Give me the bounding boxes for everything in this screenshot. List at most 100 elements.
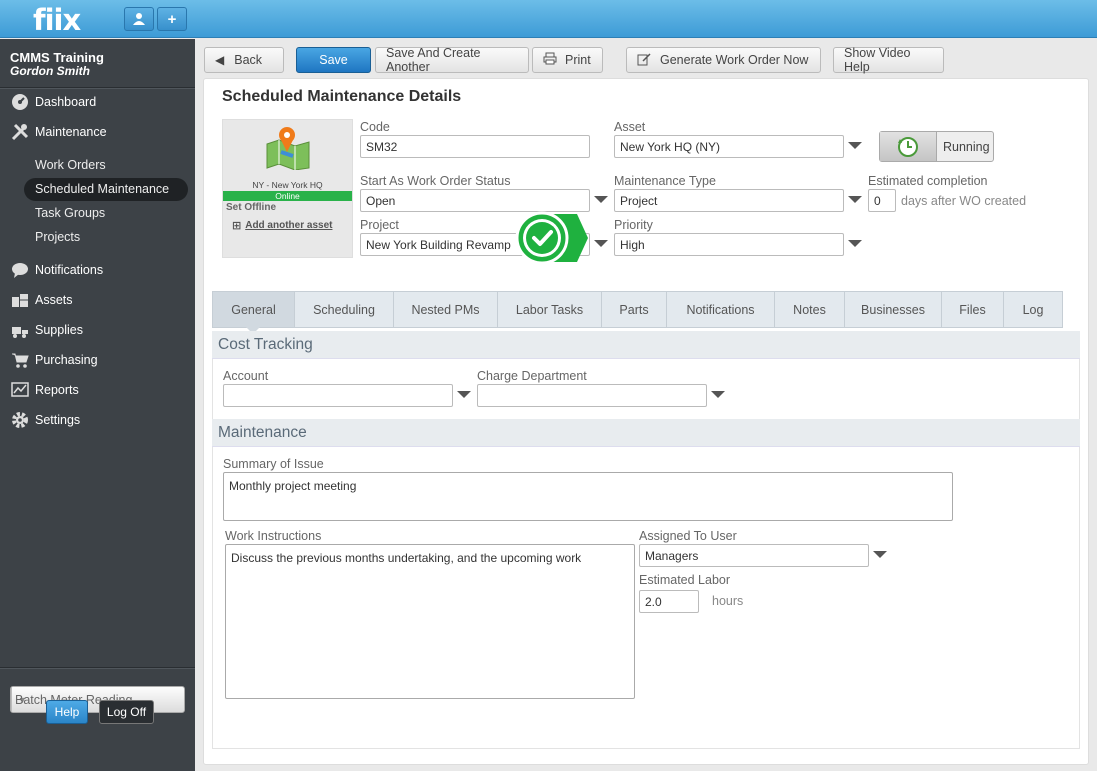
set-offline-link[interactable]: Set Offline [226, 202, 276, 213]
batch-meter-reading-button[interactable]: Batch Meter Reading ▼ [10, 686, 185, 713]
tab-scheduling[interactable]: Scheduling [295, 292, 394, 327]
charge-department-dropdown-arrow[interactable] [711, 391, 725, 398]
generate-work-order-label: Generate Work Order Now [660, 53, 809, 67]
running-label: Running [943, 139, 990, 154]
sidebar-item-maintenance[interactable]: Maintenance [10, 123, 107, 141]
work-instructions-textarea[interactable]: Discuss the previous months undertaking,… [225, 544, 635, 699]
tab-nested-pms[interactable]: Nested PMs [394, 292, 498, 327]
cost-tracking-section-header: Cost Tracking [212, 331, 1080, 359]
map-pin-icon [266, 127, 310, 170]
assigned-user-label: Assigned To User [639, 529, 737, 543]
account-label: Account [223, 369, 269, 383]
save-button[interactable]: Save [296, 47, 371, 73]
sidebar-item-work-orders[interactable]: Work Orders [35, 158, 106, 172]
user-profile-button[interactable] [124, 7, 154, 31]
code-input[interactable]: SM32 [360, 135, 590, 158]
assigned-user-dropdown-arrow[interactable] [873, 551, 887, 558]
estimated-completion-input[interactable]: 0 [868, 189, 896, 212]
tab-bar: General Scheduling Nested PMs Labor Task… [212, 291, 1063, 328]
assigned-user-select[interactable]: Managers [639, 544, 869, 567]
tab-parts[interactable]: Parts [602, 292, 667, 327]
boxes-icon [10, 291, 29, 309]
add-document-icon: ⊞ [232, 220, 242, 232]
tab-businesses[interactable]: Businesses [845, 292, 942, 327]
cost-tracking-title: Cost Tracking [218, 336, 313, 353]
running-toggle[interactable]: Running [879, 131, 994, 162]
sidebar-item-label: Notifications [35, 263, 104, 277]
account-dropdown-arrow[interactable] [457, 391, 471, 398]
asset-name: NY - New York HQ [252, 180, 323, 190]
print-button[interactable]: Print [532, 47, 603, 73]
sidebar-item-supplies[interactable]: Supplies [10, 321, 83, 339]
asset-status-badge: Online [223, 191, 352, 201]
sidebar-item-projects[interactable]: Projects [35, 230, 80, 244]
user-name: Gordon Smith [10, 64, 90, 78]
maintenance-type-label: Maintenance Type [614, 174, 716, 188]
charge-department-select[interactable] [477, 384, 707, 407]
status-label: Start As Work Order Status [360, 174, 511, 188]
estimated-completion-suffix: days after WO created [901, 194, 1027, 208]
account-select[interactable] [223, 384, 453, 407]
user-icon [133, 13, 145, 25]
estimated-completion-label: Estimated completion [868, 174, 988, 188]
sidebar-item-task-groups[interactable]: Task Groups [35, 206, 105, 220]
priority-label: Priority [614, 218, 653, 232]
sidebar-item-scheduled-maintenance[interactable]: Scheduled Maintenance [35, 182, 169, 196]
status-dropdown-arrow[interactable] [594, 196, 608, 203]
plus-icon: + [167, 10, 177, 28]
dashboard-icon [10, 93, 29, 111]
back-arrow-icon: ◀ [215, 53, 225, 67]
summary-label: Summary of Issue [223, 457, 324, 471]
project-label: Project [360, 218, 399, 232]
priority-select[interactable]: High [614, 233, 844, 256]
fiix-logo[interactable]: fiix [33, 3, 81, 37]
sidebar-item-notifications[interactable]: Notifications [10, 261, 103, 279]
add-button[interactable]: + [157, 7, 187, 31]
estimated-labor-unit: hours [712, 594, 744, 608]
save-and-create-another-button[interactable]: Save And Create Another [375, 46, 529, 74]
tab-notifications[interactable]: Notifications [667, 292, 775, 327]
estimated-labor-label: Estimated Labor [639, 573, 731, 587]
sidebar-item-label: Dashboard [35, 95, 97, 109]
maintenance-section-header: Maintenance [212, 419, 1080, 447]
sidebar-item-purchasing[interactable]: Purchasing [10, 351, 98, 369]
estimated-labor-input[interactable]: 2.0 [639, 590, 699, 613]
help-button[interactable]: Help [46, 700, 88, 724]
cart-icon [10, 351, 29, 369]
maintenance-type-dropdown-arrow[interactable] [848, 196, 862, 203]
company-name: CMMS Training [10, 50, 104, 65]
asset-dropdown-arrow[interactable] [848, 142, 862, 149]
sidebar-item-reports[interactable]: Reports [10, 381, 79, 399]
page-title: Scheduled Maintenance Details [222, 88, 462, 105]
sidebar-item-label: Assets [35, 293, 73, 307]
sidebar-divider [0, 667, 195, 669]
project-dropdown-arrow[interactable] [594, 240, 608, 247]
tab-notes[interactable]: Notes [775, 292, 845, 327]
log-off-button[interactable]: Log Off [99, 700, 154, 724]
sidebar-item-label: Settings [35, 413, 81, 427]
show-video-help-button[interactable]: Show Video Help [833, 46, 944, 74]
sidebar-item-dashboard[interactable]: Dashboard [10, 93, 96, 111]
tab-labor-tasks[interactable]: Labor Tasks [498, 292, 602, 327]
clock-icon [880, 132, 937, 161]
tab-log[interactable]: Log [1004, 292, 1062, 327]
generate-work-order-button[interactable]: Generate Work Order Now [626, 47, 821, 73]
add-another-asset-link[interactable]: ⊞ Add another asset [232, 219, 332, 232]
status-select[interactable]: Open [360, 189, 590, 212]
sidebar-divider [0, 87, 195, 89]
maintenance-type-select[interactable]: Project [614, 189, 844, 212]
sidebar-item-settings[interactable]: Settings [10, 411, 80, 429]
back-button[interactable]: ◀ Back [204, 47, 284, 73]
sidebar-item-assets[interactable]: Assets [10, 291, 73, 309]
tab-general[interactable]: General [213, 292, 295, 327]
priority-dropdown-arrow[interactable] [848, 240, 862, 247]
speech-bubble-icon [10, 261, 29, 279]
summary-textarea[interactable]: Monthly project meeting [223, 472, 953, 521]
checkmark-callout-icon [515, 211, 588, 265]
tools-icon [10, 123, 29, 141]
printer-icon [543, 52, 557, 68]
asset-select[interactable]: New York HQ (NY) [614, 135, 844, 158]
gear-icon [10, 411, 29, 429]
sidebar-item-label: Maintenance [35, 125, 107, 139]
tab-files[interactable]: Files [942, 292, 1004, 327]
